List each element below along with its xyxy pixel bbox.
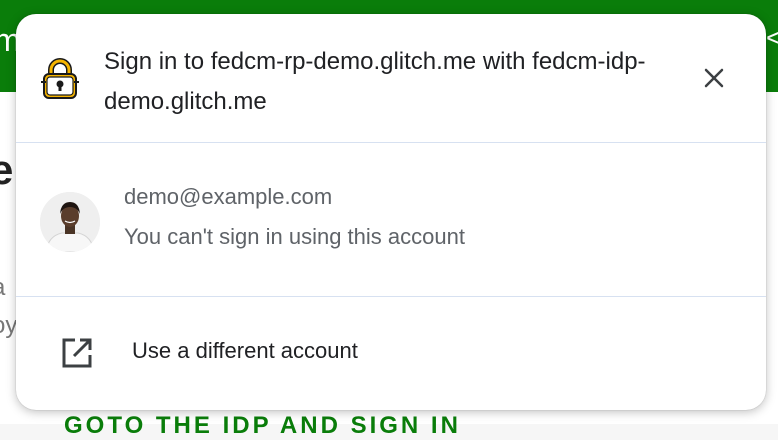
padlock-logo-icon (38, 56, 82, 100)
page-text-fragment: oy (0, 312, 18, 339)
close-icon (704, 68, 724, 88)
dialog-title: Sign in to fedcm-rp-demo.glitch.me with … (104, 48, 646, 115)
page-heading-fragment: e (0, 146, 14, 193)
dialog-header: Sign in to fedcm-rp-demo.glitch.me with … (16, 14, 766, 143)
account-row: demo@example.com You can't sign in using… (16, 144, 766, 297)
fedcm-dialog: Sign in to fedcm-rp-demo.glitch.me with … (16, 14, 766, 410)
use-different-account-label: Use a different account (132, 338, 358, 363)
account-email: demo@example.com (124, 184, 333, 209)
page-text-fragment: a (0, 274, 5, 302)
open-external-icon (60, 336, 94, 370)
account-status-message: You can't sign in using this account (124, 224, 465, 249)
avatar (40, 192, 100, 252)
header-icon-fragment: < (766, 22, 778, 53)
idp-sign-in-link[interactable]: GOTO THE IDP AND SIGN IN (64, 412, 461, 440)
use-different-account-button[interactable]: Use a different account (16, 298, 766, 410)
close-button[interactable] (696, 60, 732, 96)
